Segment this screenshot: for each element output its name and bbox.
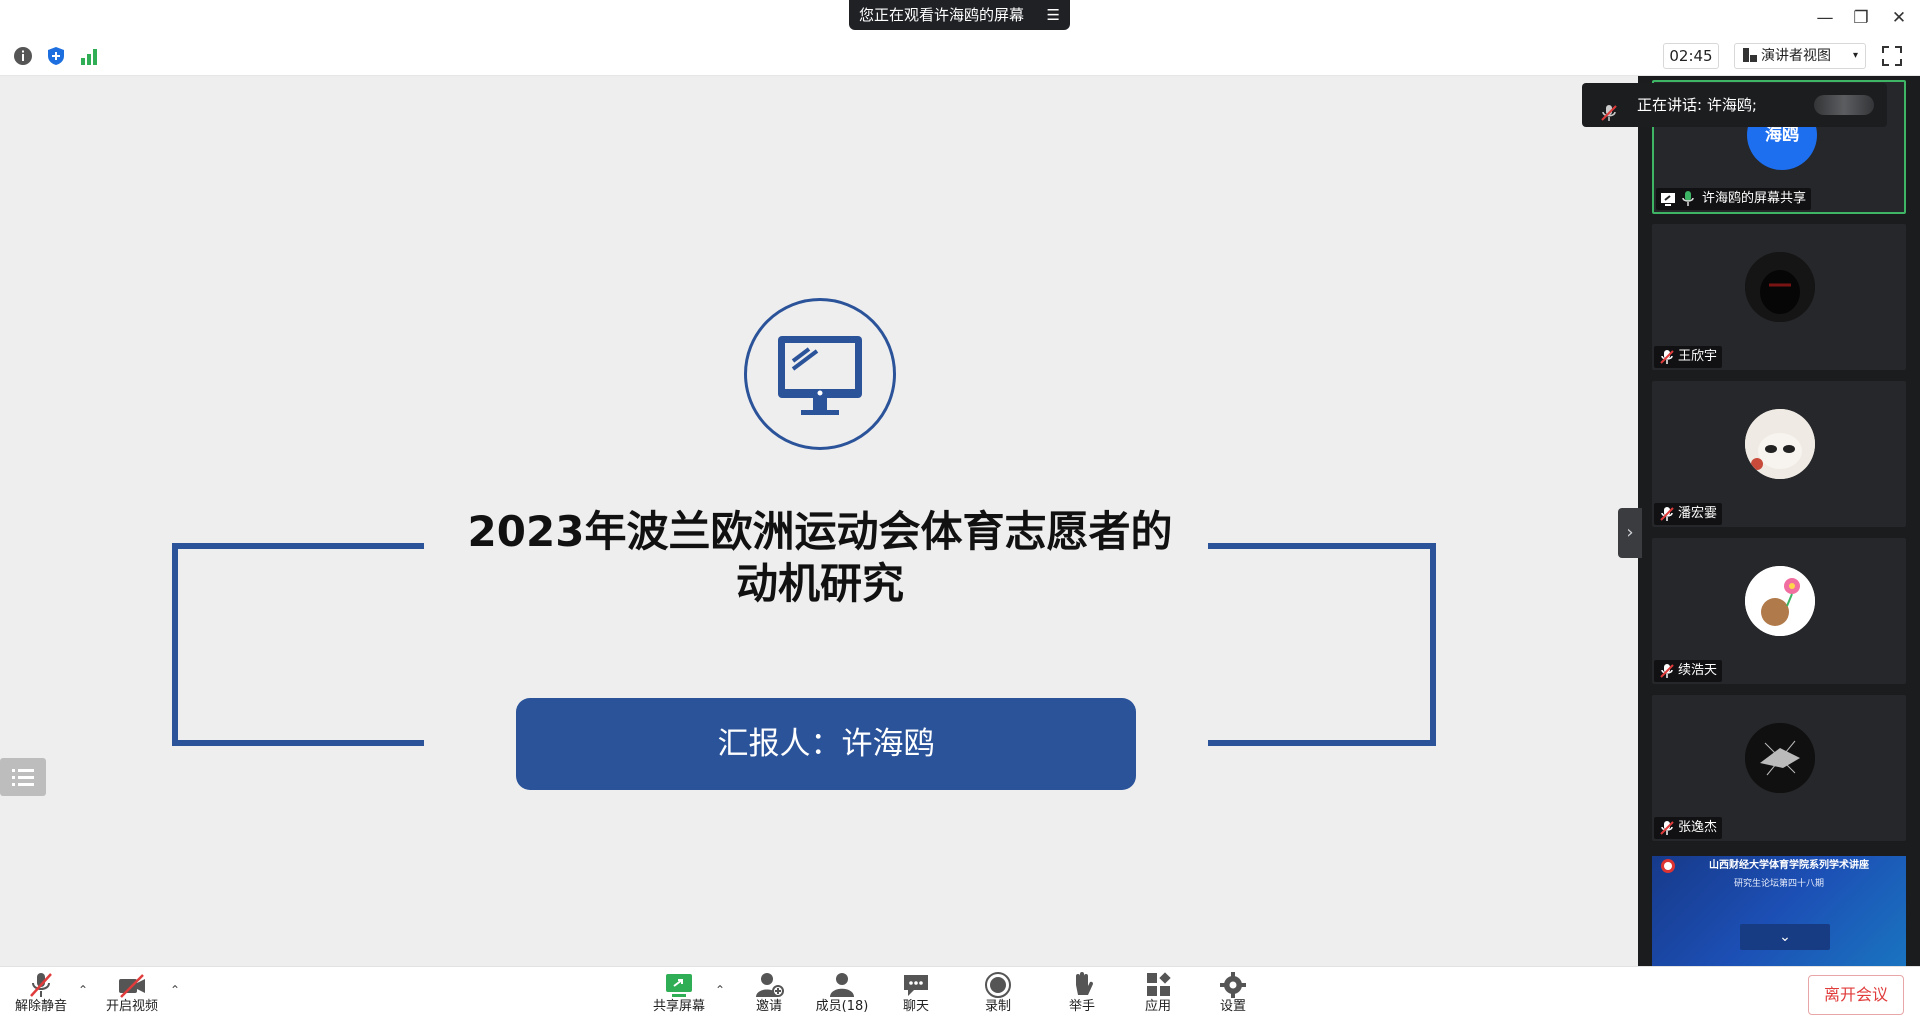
name-tag: 续浩天 [1654, 660, 1723, 682]
slide-reporter: 汇报人：许海鸥 [516, 698, 1136, 790]
name-tag: 潘宏霎 [1654, 503, 1723, 525]
chevron-up-icon[interactable]: ⌃ [715, 983, 725, 997]
menu-icon[interactable]: ☰ [1047, 0, 1060, 30]
chat-button[interactable]: 聊天 [881, 971, 951, 1019]
record-label: 录制 [984, 999, 1011, 1014]
name-tag: 许海鸥的屏幕共享 [1656, 188, 1812, 210]
restore-button[interactable]: ❐ [1846, 6, 1876, 30]
signal-strength-icon[interactable] [78, 45, 100, 67]
viewing-screen-text: 您正在观看许海鸥的屏幕 [859, 6, 1025, 24]
viewing-screen-indicator[interactable]: 您正在观看许海鸥的屏幕 ☰ [849, 0, 1070, 30]
chevron-down-icon: ▾ [1852, 50, 1858, 61]
chevron-up-icon[interactable]: ⌃ [78, 983, 88, 997]
avatar [1745, 252, 1815, 322]
info-icon[interactable] [12, 45, 34, 67]
slide-frame-right [1208, 543, 1436, 746]
participant-name: 许海鸥的屏幕共享 [1702, 191, 1807, 206]
record-icon [983, 971, 1013, 999]
settings-label: 设置 [1219, 999, 1246, 1014]
speaker-view-dropdown[interactable]: 演讲者视图 ▾ [1734, 43, 1866, 69]
thumb-subtitle: 研究生论坛第四十八期 [1733, 879, 1824, 889]
unmute-button[interactable]: 解除静音 [6, 971, 76, 1019]
minimize-button[interactable]: — [1810, 6, 1840, 30]
invite-user-icon [754, 971, 784, 999]
start-video-button[interactable]: 开启视频 [97, 971, 167, 1019]
bottom-controls: 解除静音 ⌃ 开启视频 ⌃ 共享屏幕 ⌃ 邀请 成员(18) 聊天 录制 举手 … [0, 966, 1920, 1020]
participant-tile[interactable]: 王欣宇 [1652, 224, 1906, 370]
slide-title-line2: 动机研究 [735, 559, 904, 608]
avatar [1745, 566, 1815, 636]
speaking-indicator: 正在讲话: 许海鸥; [1582, 83, 1887, 127]
collapse-panel-handle[interactable]: › [1618, 508, 1642, 558]
slide-frame-left [172, 543, 424, 746]
participants-panel: 海鸥 许海鸥的屏幕共享 王欣宇 潘宏霎 续浩天 张逸杰 山西财经大学体育学院系列… [1638, 76, 1920, 966]
apps-label: 应用 [1144, 999, 1171, 1014]
members-icon [827, 971, 857, 999]
meeting-toolbar: 02:45 演讲者视图 ▾ [0, 36, 1920, 76]
participant-name: 王欣宇 [1678, 349, 1718, 364]
shared-screen-stage: 2023年波兰欧洲运动会体育志愿者的 动机研究 汇报人：许海鸥 [0, 76, 1638, 966]
monitor-icon [744, 298, 896, 450]
unmute-label: 解除静音 [14, 999, 67, 1014]
avatar [1745, 409, 1815, 479]
slide-title-line1: 2023年波兰欧洲运动会体育志愿者的 [467, 507, 1173, 556]
raise-hand-button[interactable]: 举手 [1047, 971, 1117, 1019]
start-video-label: 开启视频 [105, 999, 158, 1014]
chat-label: 聊天 [902, 999, 929, 1014]
video-off-icon [117, 971, 147, 999]
apps-button[interactable]: 应用 [1123, 971, 1193, 1019]
speaker-view-icon [1743, 46, 1757, 62]
mic-active-icon [1680, 190, 1696, 216]
participant-name: 续浩天 [1678, 663, 1718, 678]
participant-tile[interactable]: 潘宏霎 [1652, 381, 1906, 527]
share-screen-icon [664, 971, 694, 999]
participant-name: 张逸杰 [1678, 820, 1718, 835]
name-tag: 张逸杰 [1654, 817, 1723, 839]
mic-muted-icon [1659, 820, 1675, 844]
security-shield-icon[interactable] [45, 45, 67, 67]
close-button[interactable]: ✕ [1884, 6, 1914, 30]
members-button[interactable]: 成员(18) [807, 971, 877, 1019]
meeting-timer: 02:45 [1663, 43, 1719, 69]
mic-muted-icon [1659, 349, 1675, 373]
mic-muted-icon [26, 971, 56, 999]
thumb-title: 山西财经大学体育学院系列学术讲座 [1709, 860, 1869, 871]
gear-icon [1218, 971, 1248, 999]
blurred-avatar-strip [1814, 95, 1874, 115]
share-screen-label: 共享屏幕 [652, 999, 705, 1014]
list-menu-button[interactable] [0, 758, 46, 796]
avatar [1745, 723, 1815, 793]
window-titlebar: 您正在观看许海鸥的屏幕 ☰ — ❐ ✕ [0, 0, 1920, 36]
settings-button[interactable]: 设置 [1198, 971, 1268, 1019]
record-button[interactable]: 录制 [963, 971, 1033, 1019]
chat-icon [901, 971, 931, 999]
name-tag: 王欣宇 [1654, 346, 1723, 368]
chevron-up-icon[interactable]: ⌃ [170, 983, 180, 997]
speaker-view-label: 演讲者视图 [1761, 48, 1831, 64]
mic-muted-icon [1659, 506, 1675, 530]
mic-muted-icon [1600, 95, 1618, 139]
invite-button[interactable]: 邀请 [734, 971, 804, 1019]
slide-title: 2023年波兰欧洲运动会体育志愿者的 动机研究 [440, 506, 1200, 610]
mic-muted-icon [1659, 663, 1675, 687]
speaking-label: 正在讲话: 许海鸥; [1637, 96, 1757, 114]
share-screen-button[interactable]: 共享屏幕 [644, 971, 714, 1019]
raise-hand-icon [1067, 971, 1097, 999]
members-label: 成员(18) [815, 999, 869, 1014]
participant-tile[interactable]: 张逸杰 [1652, 695, 1906, 841]
participant-tile[interactable]: 续浩天 [1652, 538, 1906, 684]
slide-thumbnail-tile[interactable]: 山西财经大学体育学院系列学术讲座 研究生论坛第四十八期 ⌄ [1652, 856, 1906, 966]
fullscreen-icon[interactable] [1880, 44, 1904, 68]
participant-name: 潘宏霎 [1678, 506, 1718, 521]
invite-label: 邀请 [755, 999, 782, 1014]
expand-panel-button[interactable]: ⌄ [1740, 924, 1830, 950]
screen-share-icon [1660, 191, 1676, 215]
raise-hand-label: 举手 [1068, 999, 1095, 1014]
leave-meeting-button[interactable]: 离开会议 [1808, 975, 1904, 1015]
apps-grid-icon [1143, 971, 1173, 999]
